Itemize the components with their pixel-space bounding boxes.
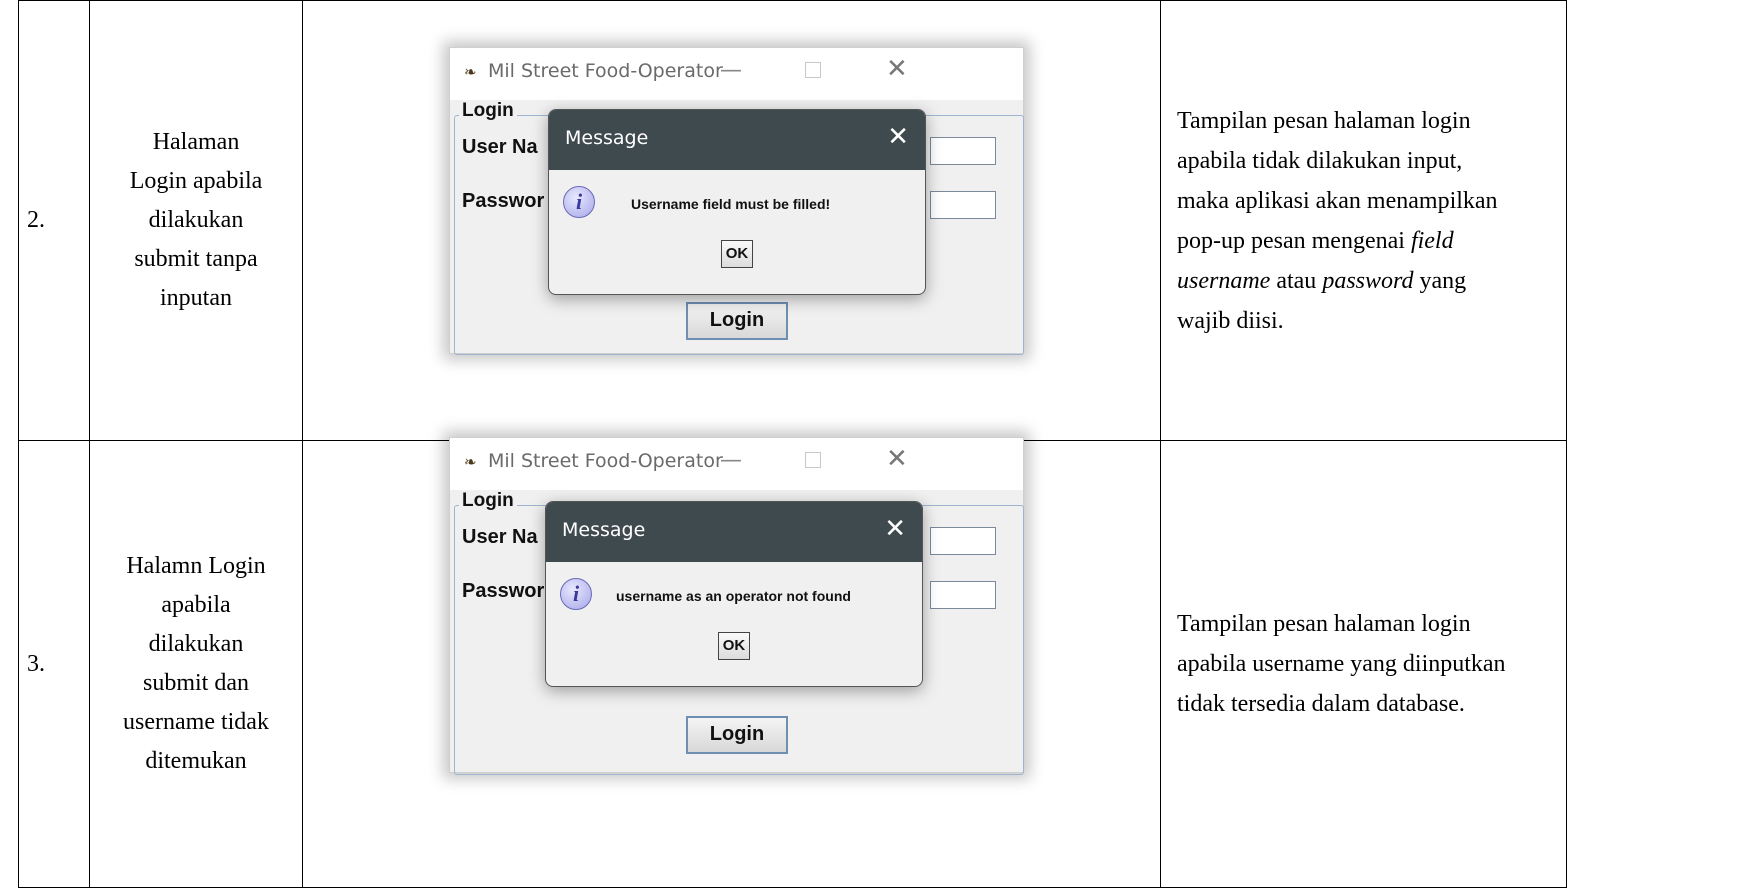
password-label: Passwor [462,190,545,212]
description-line: maka aplikasi akan menampilkan [1177,187,1498,214]
group-title: Login [459,100,517,122]
maximize-icon[interactable] [805,62,821,78]
test-name-line: dilakukan [148,207,244,233]
close-icon[interactable]: ✕ [886,54,908,84]
password-label: Passwor [462,580,545,602]
close-icon[interactable]: ✕ [884,514,906,544]
close-icon[interactable]: ✕ [886,444,908,474]
test-description: Tampilan pesan halaman login apabila tid… [1160,0,1567,441]
info-icon: i [560,578,592,610]
row-number: 3. [18,440,90,888]
test-name-line: Halamn Login [126,553,266,579]
group-title: Login [459,490,517,512]
description-line: tidak tersedia dalam database. [1177,691,1465,717]
description-line: username atau password yang [1177,267,1467,294]
test-name-line: submit dan [143,670,249,696]
test-name-line: username tidak [123,709,269,735]
dialog-message: username as an operator not found [616,588,851,604]
dialog-title: Message [565,127,649,149]
dialog-titlebar: Message ✕ [549,110,925,170]
window-title: Mil Street Food-Operator [488,450,723,472]
table-row: 3. Halamn Login apabila dilakukan submit… [18,437,1567,888]
window-titlebar: ❧ Mil Street Food-Operator — ✕ [450,438,1023,490]
user-name-input[interactable] [930,527,996,555]
screenshot-cell: ❧ Mil Street Food-Operator — ✕ Login Use… [302,0,1161,441]
user-name-input[interactable] [930,137,996,165]
info-icon: i [563,186,595,218]
bird-logo-icon: ❧ [464,455,477,471]
login-button[interactable]: Login [686,302,788,340]
dialog-message: Username field must be filled! [631,196,831,212]
test-name-line: submit tanpa [134,246,258,272]
test-name-line: inputan [160,285,232,311]
password-input[interactable] [930,581,996,609]
maximize-icon[interactable] [805,452,821,468]
row-number: 2. [18,0,90,441]
window-title: Mil Street Food-Operator [488,60,723,82]
test-case-table: 2. Halaman Login apabila dilakukan submi… [18,0,1567,888]
test-description: Tampilan pesan halaman login apabila use… [1160,440,1567,888]
description-line: Tampilan pesan halaman login [1177,611,1471,637]
minimize-icon[interactable]: — [720,58,742,83]
test-name-line: Login apabila [129,168,263,194]
dialog-title: Message [562,519,646,541]
test-name-line: Halaman [152,129,240,155]
dialog-titlebar: Message ✕ [546,502,922,562]
user-name-label: User Na [462,136,538,158]
login-button[interactable]: Login [686,716,788,754]
screenshot-cell: ❧ Mil Street Food-Operator — ✕ Login Use… [302,437,1161,888]
ok-button[interactable]: OK [721,240,753,268]
window-titlebar: ❧ Mil Street Food-Operator — ✕ [450,48,1023,100]
user-name-label: User Na [462,526,538,548]
test-name-line: ditemukan [145,748,247,774]
test-name: Halamn Login apabila dilakukan submit da… [89,440,303,888]
bird-logo-icon: ❧ [464,65,477,81]
description-line: Tampilan pesan halaman login [1177,107,1471,134]
close-icon[interactable]: ✕ [887,122,909,152]
table-row: 2. Halaman Login apabila dilakukan submi… [18,0,1567,441]
message-dialog: Message ✕ i Username field must be fille… [548,109,926,295]
message-dialog: Message ✕ i username as an operator not … [545,501,923,687]
ok-button[interactable]: OK [718,632,750,660]
description-line: apabila username yang diinputkan [1177,651,1506,677]
password-input[interactable] [930,191,996,219]
description-line: pop-up pesan mengenai field [1177,227,1454,254]
minimize-icon[interactable]: — [720,448,742,473]
test-name-line: dilakukan [148,631,244,657]
test-name: Halaman Login apabila dilakukan submit t… [89,0,303,441]
description-line: apabila tidak dilakukan input, [1177,147,1463,174]
test-name-line: apabila [161,592,231,618]
description-line: wajib diisi. [1177,307,1284,334]
